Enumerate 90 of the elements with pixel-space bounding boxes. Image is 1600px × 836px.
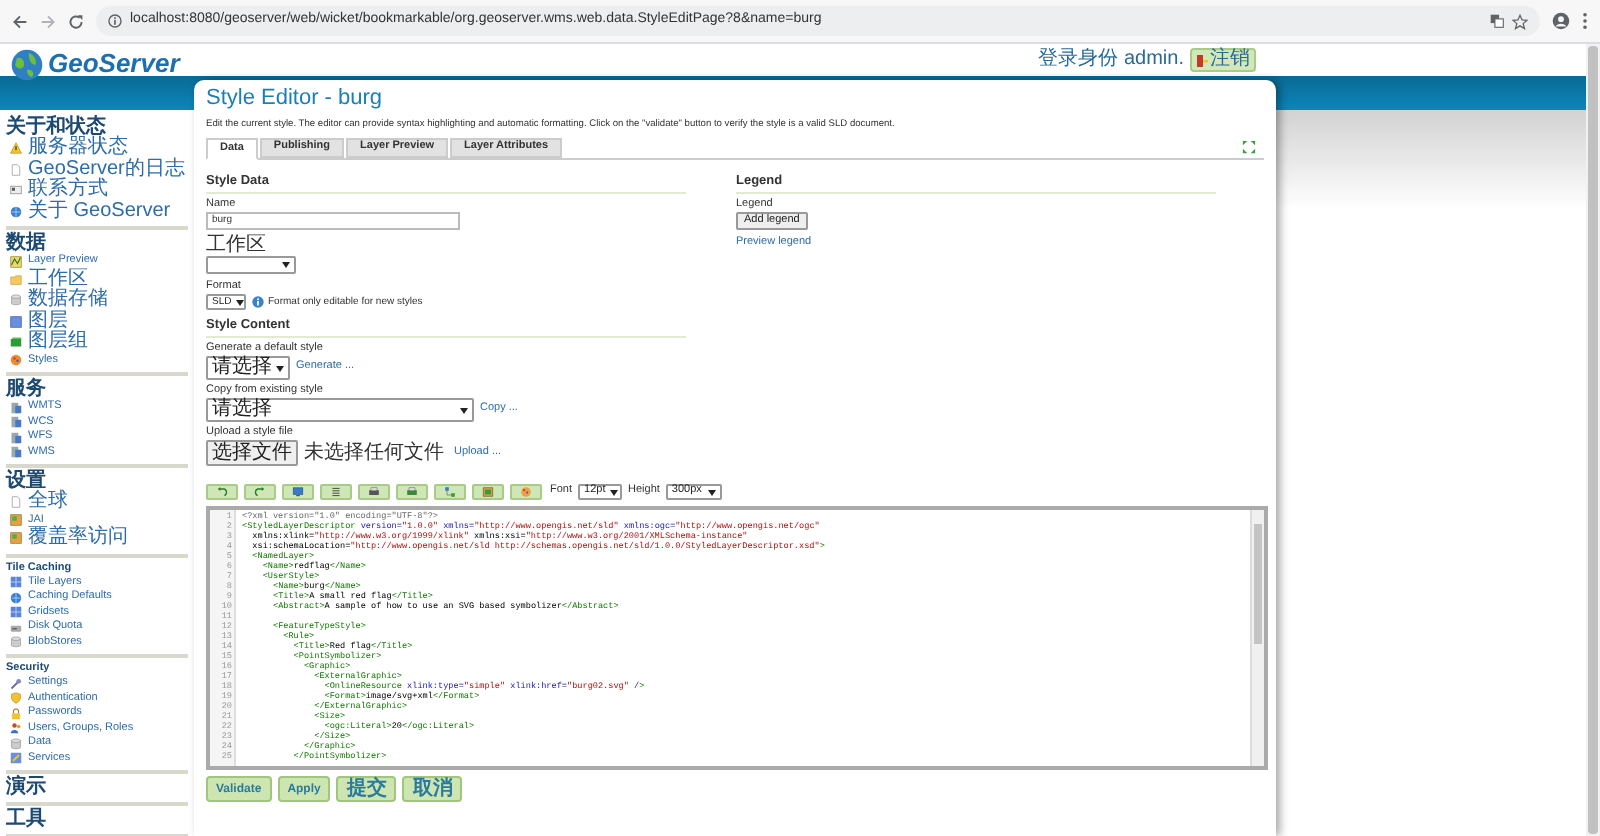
card-icon: [10, 184, 22, 197]
shield-icon: [10, 692, 22, 705]
sidebar-heading: 工具: [6, 808, 48, 830]
sidebar-link[interactable]: 关于 GeoServer: [28, 201, 171, 222]
toolbar-button[interactable]: [206, 484, 238, 500]
toolbar-button[interactable]: [282, 484, 314, 500]
image-icon: [482, 486, 494, 498]
database-icon: [10, 636, 22, 649]
sidebar-link[interactable]: 工作区: [28, 269, 88, 290]
list-icon: [330, 486, 342, 498]
grid-icon: [10, 576, 22, 589]
sidebar-link[interactable]: 覆盖率访问: [28, 528, 128, 549]
reload-icon[interactable]: [68, 13, 84, 29]
choose-file-button[interactable]: 选择文件: [206, 440, 298, 466]
sidebar-heading: 数据: [6, 232, 48, 254]
action-button[interactable]: 取消: [402, 776, 463, 802]
select-field[interactable]: 请选择: [206, 356, 290, 380]
sidebar-heading: 设置: [6, 470, 46, 492]
printer-icon: [406, 486, 418, 498]
caret-icon: [235, 299, 244, 305]
info-icon: [108, 14, 122, 28]
back-icon[interactable]: [12, 13, 28, 29]
globe-logo-icon: [10, 47, 44, 81]
select-field[interactable]: [206, 256, 296, 274]
disk-icon: [10, 621, 22, 634]
undo-icon: [216, 486, 228, 498]
database-icon: [10, 294, 22, 307]
expand-icon[interactable]: [1242, 140, 1256, 154]
sidebar-link[interactable]: GeoServer的日志: [28, 159, 185, 180]
star-icon[interactable]: [1512, 13, 1528, 29]
sidebar-link[interactable]: 数据存储: [28, 290, 108, 311]
grid-icon: [10, 606, 22, 619]
sidebar-link[interactable]: 服务器状态: [28, 138, 128, 159]
page-title: Style Editor - burg: [206, 86, 385, 112]
wrench-icon: [10, 677, 22, 690]
monitor-icon: [292, 486, 304, 498]
layer-icon: [10, 315, 22, 328]
toolbar-button[interactable]: [244, 484, 276, 500]
caret-icon: [282, 262, 290, 268]
page-icon: [10, 163, 22, 176]
globe-icon: [10, 205, 22, 218]
sidebar-heading: 演示: [6, 776, 48, 798]
logout-button[interactable]: 注销: [1190, 48, 1256, 72]
forward-icon[interactable]: [40, 13, 56, 29]
toolbar-button[interactable]: [320, 484, 352, 500]
lock-icon: [10, 707, 22, 720]
palette-icon: [520, 486, 532, 498]
caret-icon: [609, 489, 618, 495]
account-icon[interactable]: [1552, 12, 1570, 30]
sidebar-heading: 服务: [6, 378, 48, 400]
toolbar-button[interactable]: [358, 484, 390, 500]
toolbar-button[interactable]: [434, 484, 466, 500]
logout-icon: [1196, 53, 1208, 67]
sidebar-link[interactable]: 图层组: [28, 332, 88, 353]
pencil-icon: [10, 752, 22, 765]
toolbar-button[interactable]: [472, 484, 504, 500]
menu-icon[interactable]: [1582, 12, 1588, 30]
users-icon: [10, 722, 22, 735]
code-editor[interactable]: [206, 506, 1268, 770]
folder-icon: [10, 273, 22, 286]
sidebar-link[interactable]: 图层: [28, 311, 68, 332]
globe-icon: [10, 591, 22, 604]
action-button[interactable]: 提交: [336, 776, 397, 802]
login-status: 登录身份 admin.: [1038, 50, 1184, 70]
field-label: 工作区: [206, 234, 268, 256]
toolbar-button[interactable]: [396, 484, 428, 500]
image-icon: [10, 532, 22, 545]
info-icon: [252, 296, 264, 308]
sidebar-link[interactable]: 全球: [28, 492, 68, 513]
database-icon: [10, 737, 22, 750]
sidebar-link[interactable]: 联系方式: [28, 180, 108, 201]
printer-icon: [368, 486, 380, 498]
scrollbar[interactable]: [1250, 510, 1264, 766]
caret-icon: [460, 407, 468, 413]
caret-icon: [707, 489, 716, 495]
page-icon: [10, 496, 22, 509]
scrollbar[interactable]: [1586, 44, 1600, 836]
layers-icon: [10, 336, 22, 349]
map-icon: [10, 255, 22, 268]
file-status: 未选择任何文件: [304, 443, 446, 463]
warning-icon: [10, 142, 22, 155]
select-field[interactable]: 请选择: [206, 398, 474, 422]
translate-icon[interactable]: [1490, 14, 1504, 28]
logo-text: GeoServer: [48, 50, 180, 76]
hierarchy-icon: [444, 486, 456, 498]
caret-icon: [276, 365, 284, 371]
sidebar-heading: 关于和状态: [6, 116, 106, 138]
image-icon: [10, 514, 22, 527]
palette-icon: [10, 354, 22, 367]
redo-icon: [254, 486, 266, 498]
